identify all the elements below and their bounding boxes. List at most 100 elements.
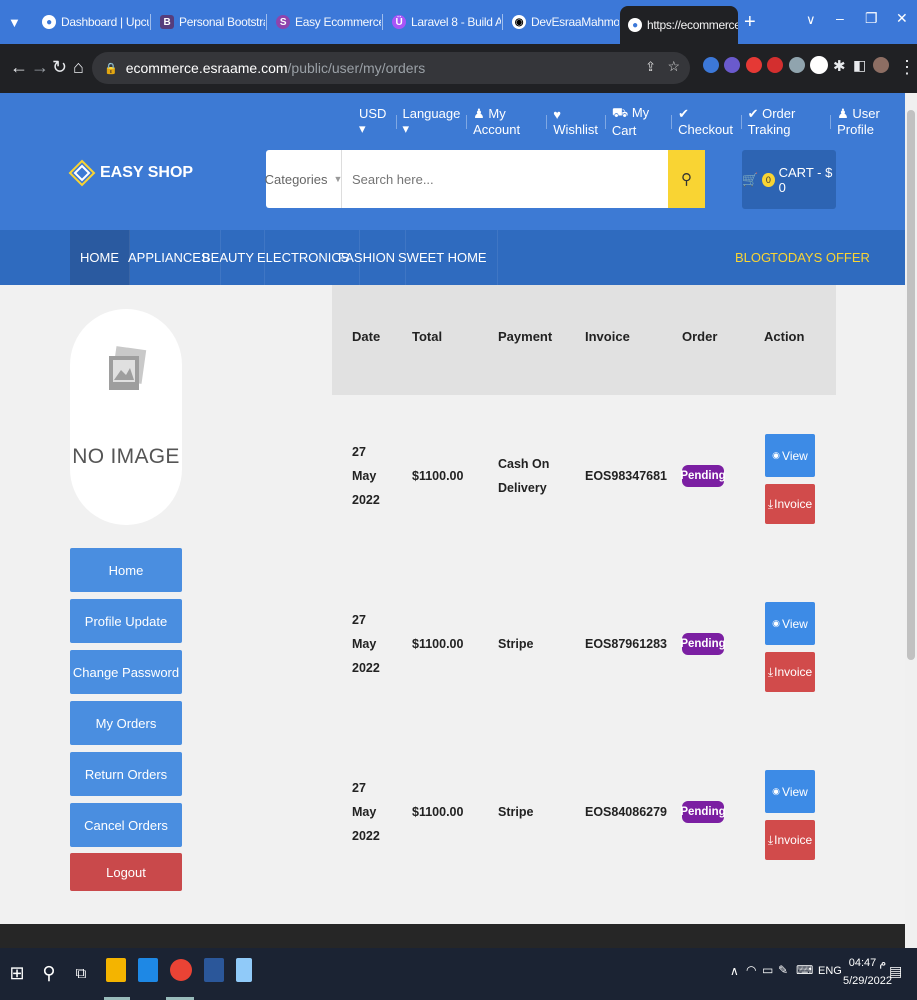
eye-icon: ◉ <box>772 618 781 628</box>
invoice-download-button[interactable]: ⤓ Invoice <box>765 484 815 524</box>
bookmark-star-icon[interactable]: ☆ <box>667 58 680 75</box>
logo-text: EASY SHOP <box>100 164 194 181</box>
eye-icon: ◉ <box>772 450 781 460</box>
my-account-link[interactable]: ♟ My Account <box>473 106 540 137</box>
scrollbar-thumb[interactable] <box>907 110 915 660</box>
windows-taskbar: ⊞ ⚲ ⧉ ∧ ◠ ▭ ✎ ⌨ ENG 04:47 م 5/29/2022 ▤ <box>0 948 917 1000</box>
invoice-download-button[interactable]: ⤓ Invoice <box>765 820 815 860</box>
checkout-link[interactable]: ✔ Checkout <box>678 106 735 137</box>
keyboard-icon[interactable]: ⌨ <box>796 963 813 977</box>
tab-title: Laravel 8 - Build Adv <box>411 15 501 29</box>
tab-laravel[interactable]: Ü Laravel 8 - Build Adv ✕ <box>384 8 501 36</box>
tab-easy-admin[interactable]: S Easy Ecommerce Adm ✕ <box>268 8 381 36</box>
language-indicator[interactable]: ENG <box>818 965 842 977</box>
reload-icon[interactable]: ↻ <box>52 57 67 78</box>
extension-icon[interactable] <box>810 56 828 74</box>
minimize-icon[interactable]: – <box>836 10 844 26</box>
order-invoice-number: EOS87961283 <box>585 637 668 651</box>
sidebar-item-cancel-orders[interactable]: Cancel Orders <box>70 803 182 847</box>
admin-icon: S <box>276 15 290 29</box>
file-explorer-icon[interactable] <box>106 958 126 982</box>
home-icon[interactable]: ⌂ <box>73 57 84 78</box>
top-links: USD ▾ Language ▾ ♟ My Account ♥ Wishlist… <box>359 105 905 138</box>
extension-icon[interactable] <box>703 57 719 73</box>
adblock-icon[interactable] <box>767 57 783 73</box>
my-cart-link[interactable]: ⛟ My Cart <box>612 105 665 138</box>
sidebar-item-profile-update[interactable]: Profile Update <box>70 599 182 643</box>
tab-search-icon-area[interactable]: ▼ <box>0 8 34 36</box>
categories-dropdown[interactable]: Categories ▼ <box>265 150 342 208</box>
menu-dots-icon[interactable]: ⋮ <box>898 57 916 78</box>
notification-icon[interactable]: ▤ <box>889 963 902 980</box>
lock-icon: 🔒 <box>104 62 118 75</box>
forward-arrow-icon[interactable]: → <box>31 57 49 78</box>
column-header: Total <box>412 329 443 344</box>
user-profile-link[interactable]: ♟ User Profile <box>837 106 905 137</box>
windows-start-icon[interactable]: ⊞ <box>6 962 28 984</box>
app-icon[interactable] <box>138 958 158 982</box>
logout-button[interactable]: Logout <box>70 853 182 891</box>
cart-count-badge: 0 <box>762 172 775 187</box>
wishlist-link[interactable]: ♥ Wishlist <box>553 107 599 137</box>
search-icon[interactable]: ⚲ <box>38 962 60 984</box>
search-icon: ⚲ <box>681 171 692 188</box>
status-badge: Pending <box>680 465 726 487</box>
search-input[interactable] <box>342 150 668 208</box>
sidepanel-icon[interactable]: ◧ <box>853 57 866 74</box>
column-header: Action <box>764 329 805 344</box>
tab-search-icon[interactable]: ∨ <box>806 12 816 28</box>
site-logo[interactable]: EASY SHOP <box>68 159 193 187</box>
battery-icon[interactable]: ▭ <box>762 963 773 977</box>
tray-chevron-icon[interactable]: ∧ <box>730 964 739 978</box>
extension-icon[interactable] <box>789 57 805 73</box>
cart-icon: ⛟ <box>611 105 629 120</box>
wifi-icon[interactable]: ◠ <box>746 963 756 977</box>
orders-table-header: Date Total Payment Invoice Order Action <box>332 285 836 395</box>
tab-bootstrap[interactable]: B Personal Bootstrap Th ✕ <box>152 8 265 36</box>
clock[interactable]: 04:47 م 5/29/2022 <box>843 954 892 990</box>
url-bar[interactable]: 🔒 ecommerce.esraame.com/public/user/my/o… <box>92 52 690 84</box>
profile-avatar[interactable] <box>873 57 889 73</box>
tab-title: DevEsraaMahmoud/e <box>531 15 619 29</box>
chrome-icon[interactable] <box>170 959 192 981</box>
restore-icon[interactable]: ❐ <box>865 10 878 27</box>
extension-icon[interactable] <box>746 57 762 73</box>
tab-github[interactable]: ◉ DevEsraaMahmoud/e ✕ <box>504 8 619 36</box>
tab-title: https://ecommerce.e <box>647 18 738 32</box>
tab-ecommerce-active[interactable]: ● https://ecommerce.e ✕ <box>620 6 738 44</box>
sidebar-item-return-orders[interactable]: Return Orders <box>70 752 182 796</box>
cart-button[interactable]: 🛒 0 CART - $ 0 <box>742 150 836 209</box>
view-order-button[interactable]: ◉ View <box>765 434 815 477</box>
back-arrow-icon[interactable]: ← <box>10 57 28 78</box>
new-tab-button[interactable]: + <box>744 11 756 34</box>
sidebar-item-home[interactable]: Home <box>70 548 182 592</box>
pen-icon[interactable]: ✎ <box>778 963 788 977</box>
nav-sweet-home[interactable]: SWEET HOME <box>388 230 498 285</box>
nav-todays-offer[interactable]: TODAYS OFFER <box>760 230 880 285</box>
puzzle-icon[interactable]: ✱ <box>833 57 846 75</box>
url-path: /public/user/my/orders <box>287 60 426 76</box>
download-icon: ⤓ <box>767 664 774 679</box>
order-tracking-link[interactable]: ✔ Order Traking <box>748 106 825 137</box>
language-selector[interactable]: Language ▾ <box>402 106 460 137</box>
user-icon: ♟ <box>473 106 485 121</box>
view-order-button[interactable]: ◉ View <box>765 770 815 813</box>
search-button[interactable]: ⚲ <box>668 150 705 208</box>
column-header: Invoice <box>585 329 630 344</box>
currency-selector[interactable]: USD ▾ <box>359 106 390 137</box>
github-icon: ◉ <box>512 15 526 29</box>
task-view-icon[interactable]: ⧉ <box>70 962 92 984</box>
word-icon[interactable] <box>204 958 224 982</box>
share-icon[interactable]: ⇪ <box>645 59 656 75</box>
extension-icon[interactable] <box>724 57 740 73</box>
tab-dashboard[interactable]: ● Dashboard | Upcube ✕ <box>34 8 149 36</box>
window-close-icon[interactable]: ✕ <box>896 10 908 27</box>
sidebar-item-change-password[interactable]: Change Password <box>70 650 182 694</box>
order-payment: Stripe <box>498 637 534 651</box>
sidebar-item-my-orders[interactable]: My Orders <box>70 701 182 745</box>
view-order-button[interactable]: ◉ View <box>765 602 815 645</box>
order-invoice-number: EOS98347681 <box>585 469 668 483</box>
order-payment: Cash On Delivery <box>498 457 550 495</box>
invoice-download-button[interactable]: ⤓ Invoice <box>765 652 815 692</box>
app-icon[interactable] <box>236 958 252 982</box>
